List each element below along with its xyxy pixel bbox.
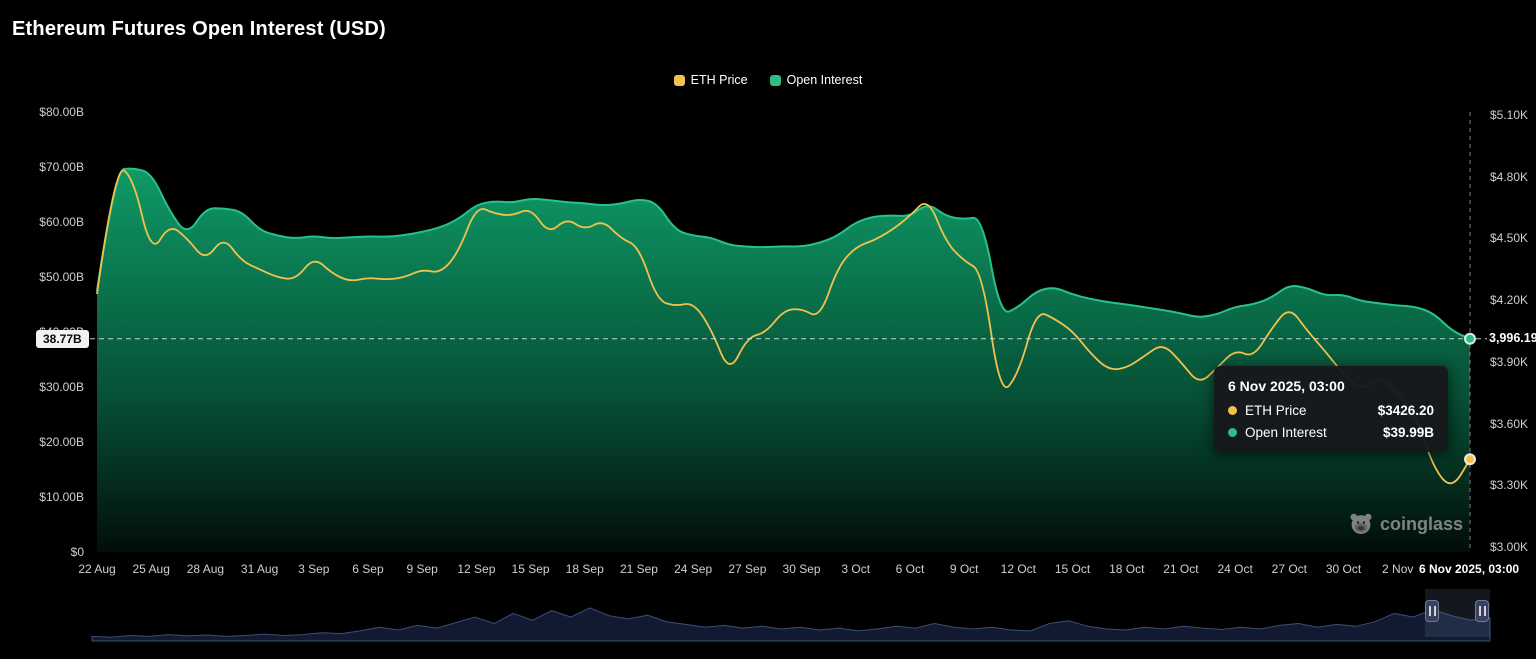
left-axis-tick: $70.00B — [0, 160, 84, 174]
right-axis-tick: $4.80K — [1490, 170, 1528, 184]
open-interest-area — [97, 169, 1470, 552]
crosshair-date-label: 6 Nov 2025, 03:00 — [1419, 562, 1519, 576]
left-axis-tick: $80.00B — [0, 105, 84, 119]
right-axis-tick: $4.50K — [1490, 231, 1528, 245]
tooltip-rows: ETH Price $3426.20 Open Interest $39.99B — [1228, 403, 1434, 440]
price-axis-current-value: 3,996.19 — [1489, 331, 1536, 345]
left-axis-tick: $0 — [0, 545, 84, 559]
coinglass-wordmark: coinglass — [1380, 514, 1463, 535]
price-open-interest-chart[interactable] — [0, 0, 1536, 659]
tooltip-series-label: ETH Price — [1245, 403, 1307, 418]
left-axis-tick: $50.00B — [0, 270, 84, 284]
left-axis-tick: $20.00B — [0, 435, 84, 449]
navigator-series — [92, 608, 1490, 641]
navigator-handle-left[interactable] — [1425, 600, 1439, 622]
right-axis-tick: $3.90K — [1490, 355, 1528, 369]
coinglass-logo-icon — [1349, 512, 1373, 536]
right-axis-tick: $4.20K — [1490, 293, 1528, 307]
navigator-handle-right[interactable] — [1475, 600, 1489, 622]
left-axis-tick: $10.00B — [0, 490, 84, 504]
tooltip-series-label: Open Interest — [1245, 425, 1327, 440]
series-dot-icon — [1228, 428, 1237, 437]
coinglass-watermark: coinglass — [1349, 512, 1463, 536]
right-axis-tick: $3.00K — [1490, 540, 1528, 554]
right-axis-tick: $5.10K — [1490, 108, 1528, 122]
tooltip-series-value: $39.99B — [1383, 425, 1434, 440]
tooltip-title: 6 Nov 2025, 03:00 — [1228, 378, 1434, 394]
right-axis-tick: $3.30K — [1490, 478, 1528, 492]
open-interest-last-dot — [1465, 334, 1475, 344]
eth-price-last-dot — [1465, 454, 1475, 464]
tooltip-row-eth-price: ETH Price $3426.20 — [1228, 403, 1434, 418]
tooltip-row-open-interest: Open Interest $39.99B — [1228, 425, 1434, 440]
tooltip: 6 Nov 2025, 03:00 ETH Price $3426.20 Open … — [1214, 366, 1448, 452]
left-axis-tick: $60.00B — [0, 215, 84, 229]
tooltip-series-value: $3426.20 — [1378, 403, 1434, 418]
navigator[interactable] — [0, 585, 1536, 659]
series-dot-icon — [1228, 406, 1237, 415]
left-axis-tick: $30.00B — [0, 380, 84, 394]
right-axis-tick: $3.60K — [1490, 417, 1528, 431]
oi-current-value-badge: 38.77B — [36, 330, 89, 348]
